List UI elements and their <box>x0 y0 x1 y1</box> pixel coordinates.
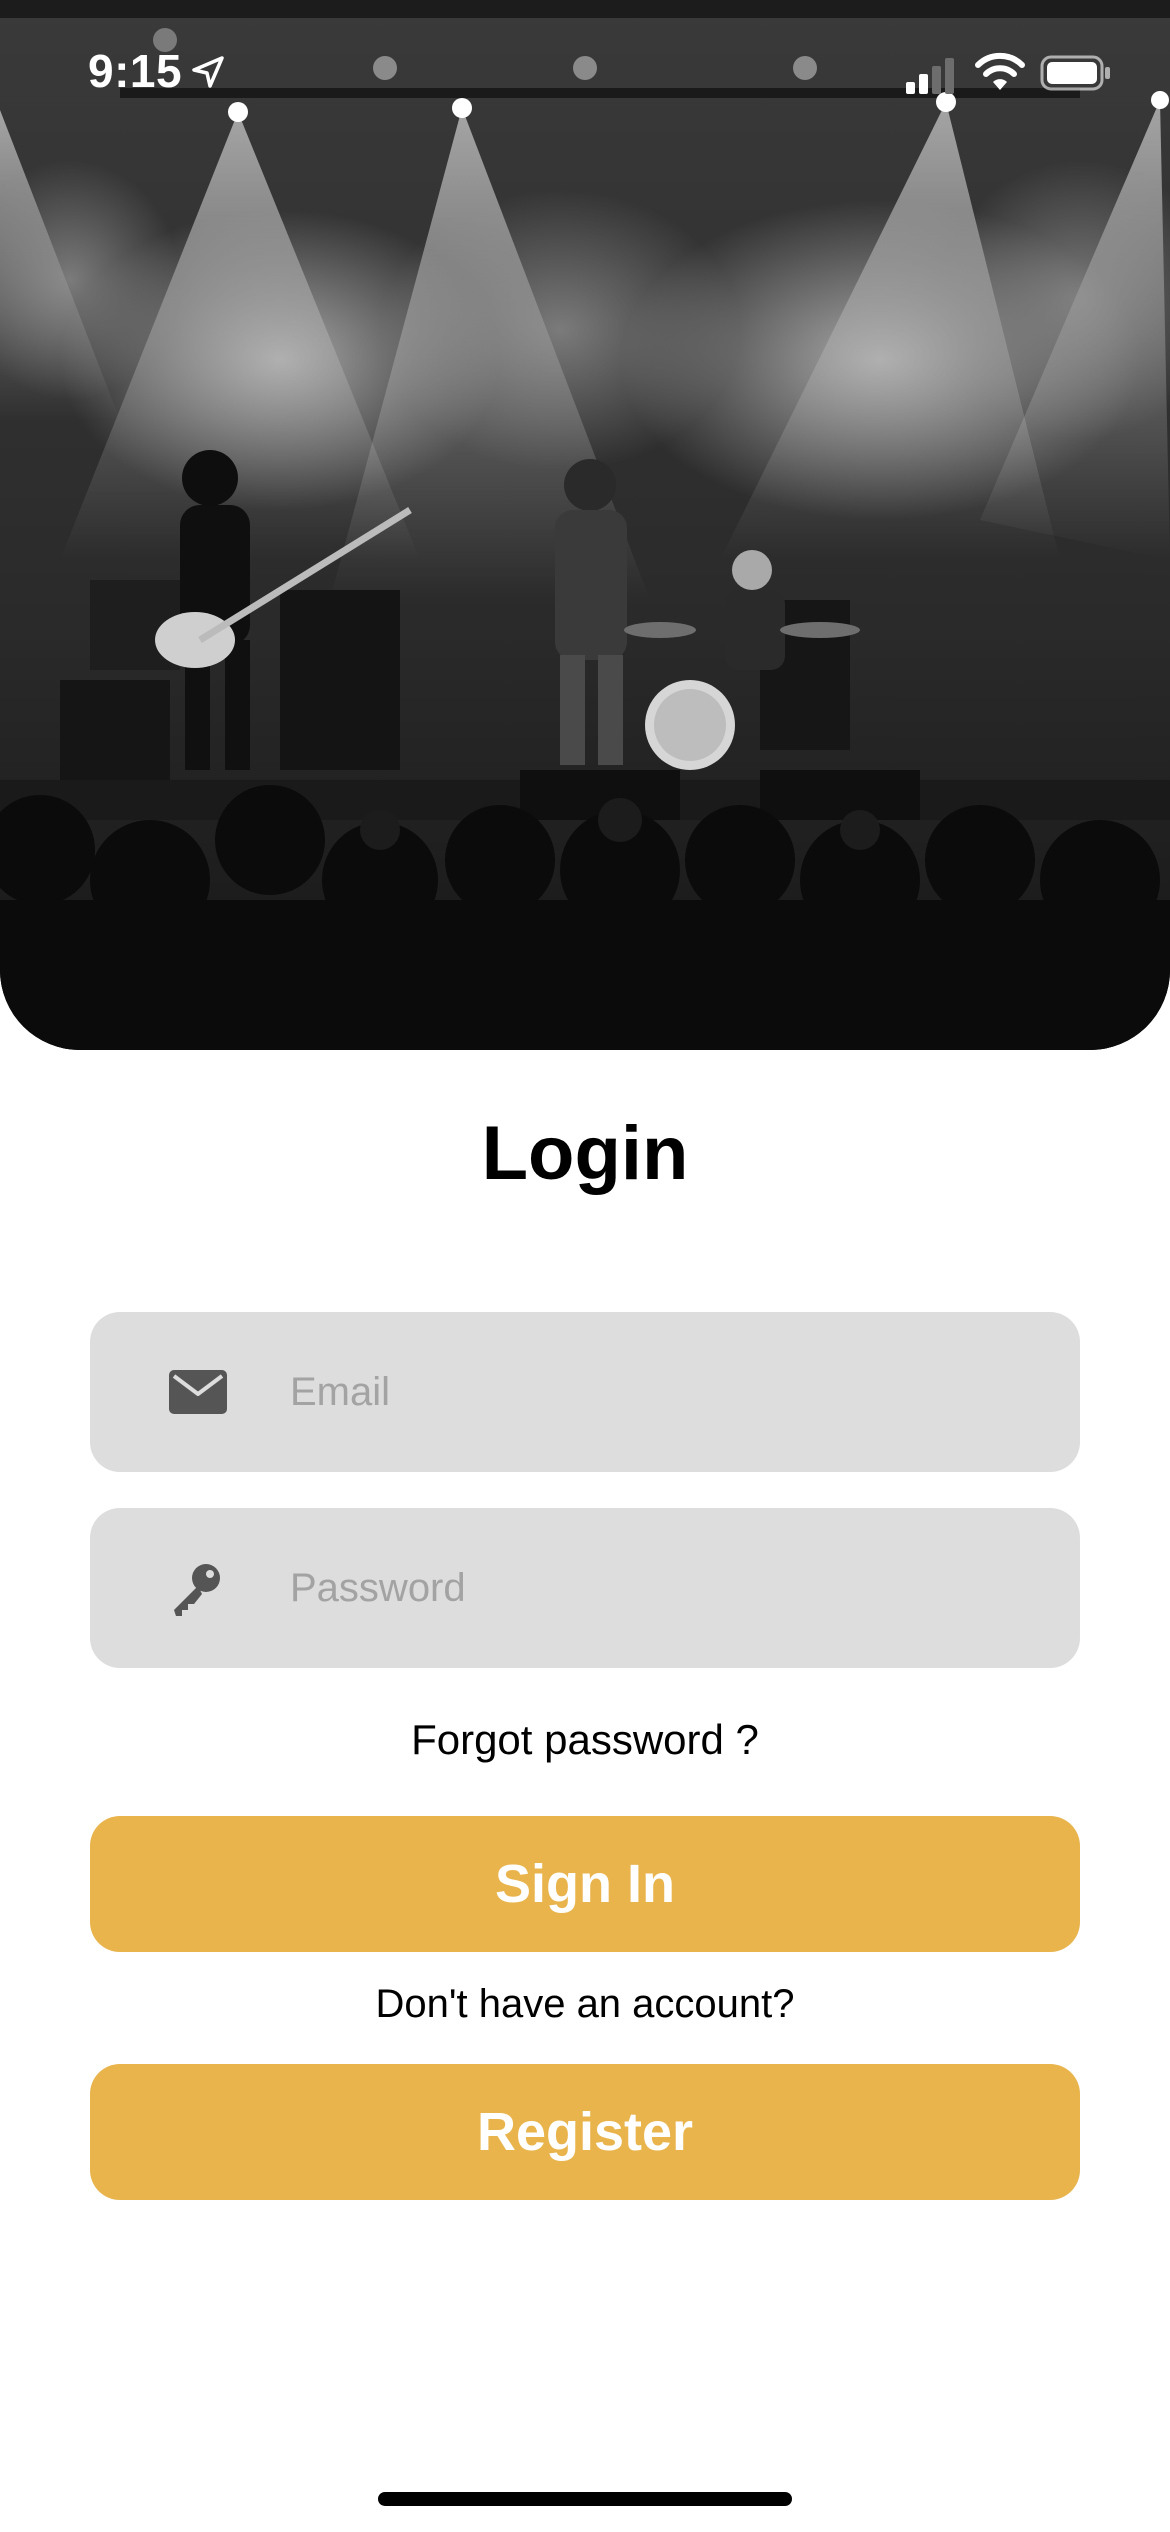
cellular-signal-icon <box>906 58 954 94</box>
key-icon <box>174 1564 220 1616</box>
password-field[interactable] <box>90 1508 1080 1668</box>
email-field[interactable] <box>90 1312 1080 1472</box>
battery-icon <box>1040 55 1110 91</box>
page-title: Login <box>481 1111 689 1196</box>
home-indicator[interactable] <box>378 2492 792 2506</box>
concert-stage-photo <box>0 0 1170 1050</box>
status-bar: 9:15 <box>0 0 1170 140</box>
status-time: 9:15 <box>88 45 183 97</box>
password-input[interactable] <box>290 1508 1050 1668</box>
location-arrow-icon <box>192 56 224 88</box>
sign-in-button[interactable]: Sign In <box>90 1816 1080 1952</box>
hero-concert-image <box>0 0 1170 1050</box>
email-input[interactable] <box>290 1312 1050 1472</box>
wifi-icon <box>975 52 1025 90</box>
envelope-icon <box>169 1370 227 1414</box>
no-account-text: Don't have an account? <box>375 1982 795 2026</box>
register-button[interactable]: Register <box>90 2064 1080 2200</box>
login-screen: 9:15 Login Email Forgot password ? Sign … <box>0 0 1170 2532</box>
forgot-password-link[interactable]: Forgot password ? <box>0 1716 1170 1764</box>
